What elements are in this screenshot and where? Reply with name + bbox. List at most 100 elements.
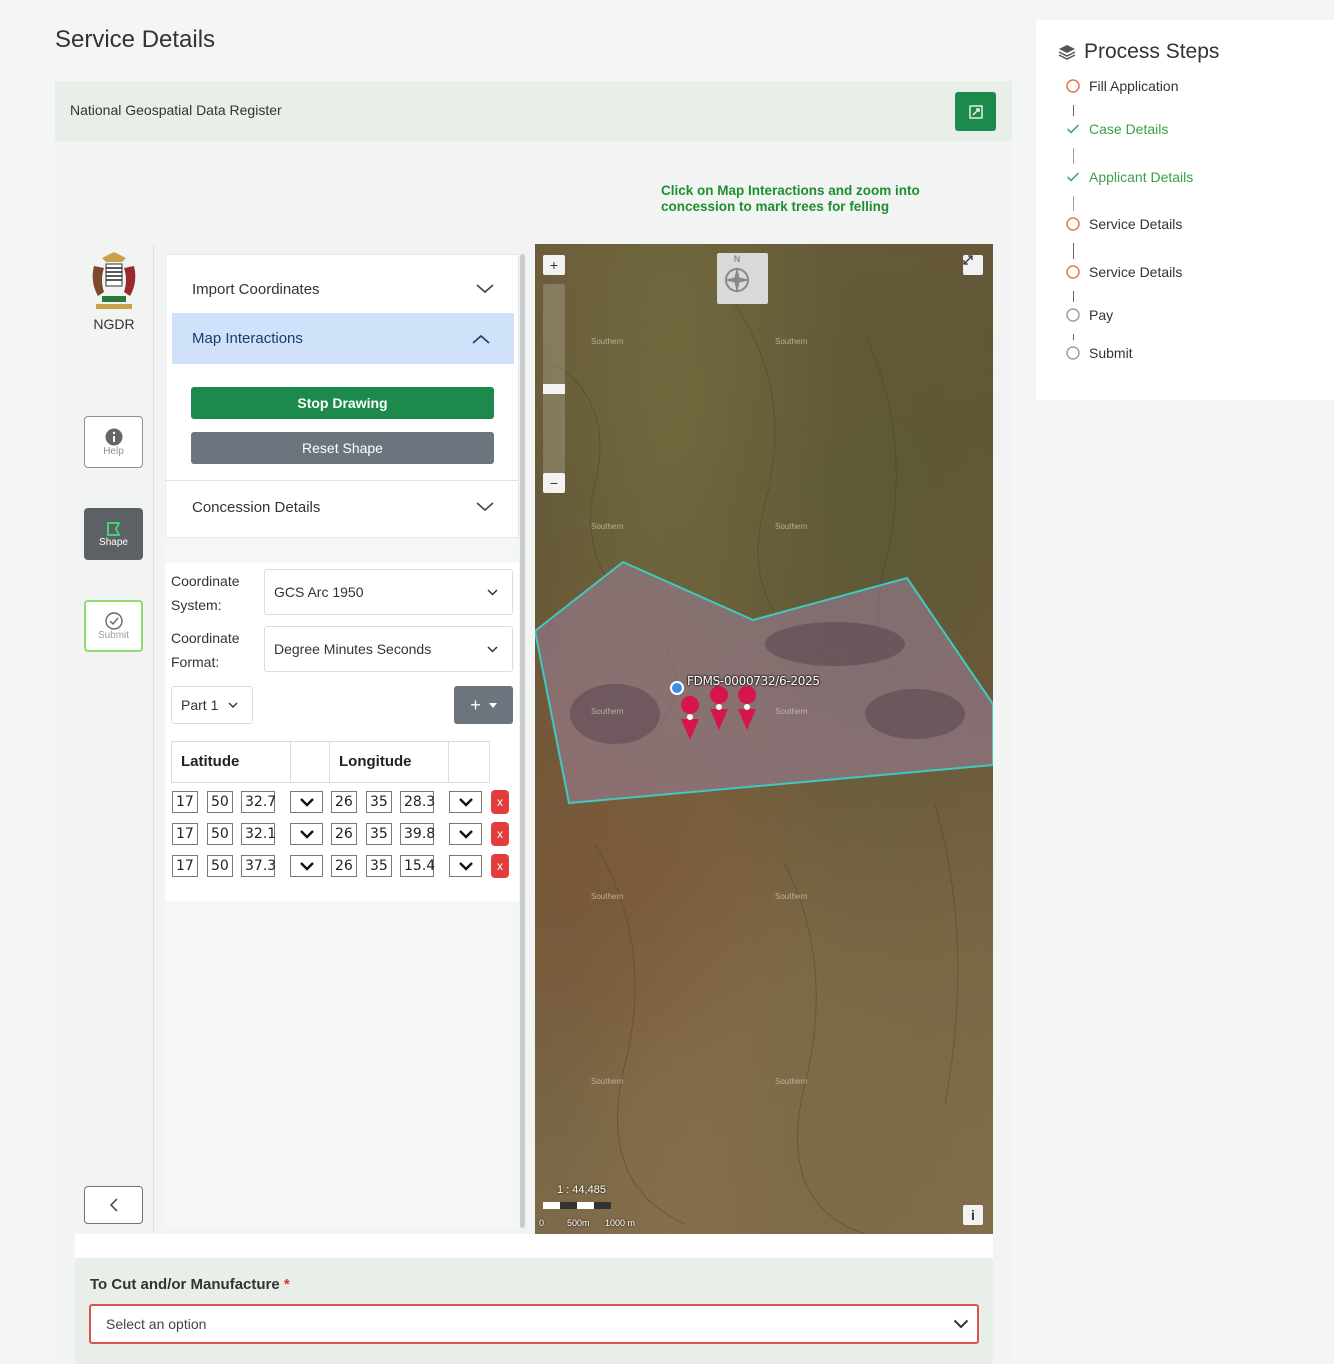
lat-s-input[interactable]: 32.7	[241, 791, 276, 813]
latitude-hemisphere-header	[290, 741, 330, 783]
longitude-header: Longitude	[329, 741, 449, 783]
feature-point[interactable]	[670, 681, 684, 695]
lon-d-input[interactable]: 26	[331, 823, 357, 845]
fullscreen-button[interactable]	[963, 255, 983, 275]
map-hint: Click on Map Interactions and zoom into …	[661, 183, 920, 214]
lat-d-input[interactable]: 17	[172, 855, 198, 877]
zoom-out-button[interactable]: −	[543, 473, 565, 493]
step-connector	[1073, 105, 1074, 116]
help-button[interactable]: Help	[84, 416, 143, 468]
latitude-hemisphere-select[interactable]	[290, 855, 323, 877]
header-title: National Geospatial Data Register	[70, 102, 282, 118]
lon-d-input[interactable]: 26	[331, 791, 357, 813]
lat-m-input[interactable]: 50	[207, 823, 233, 845]
lon-m-input[interactable]: 35	[366, 791, 392, 813]
compass-button[interactable]: N	[717, 253, 768, 304]
stop-drawing-button[interactable]: Stop Drawing	[191, 387, 494, 419]
process-step-label: Case Details	[1089, 121, 1169, 137]
plus-icon: +	[470, 694, 481, 715]
lat-d-input[interactable]: 17	[172, 791, 198, 813]
check-circle-icon	[104, 611, 123, 630]
delete-row-button[interactable]: x	[491, 854, 509, 878]
process-step[interactable]: Fill Application	[1066, 78, 1179, 94]
caret-down-icon	[488, 702, 497, 708]
coordinates-box: Coordinate System: GCS Arc 1950 Coordinat…	[165, 563, 519, 901]
zoom-in-button[interactable]: +	[543, 255, 565, 275]
process-step[interactable]: Pay	[1066, 307, 1113, 323]
reset-shape-button[interactable]: Reset Shape	[191, 432, 494, 464]
delete-row-button[interactable]: x	[491, 822, 509, 846]
scale-label-0: 0	[539, 1218, 545, 1228]
lat-s-input[interactable]: 32.1	[241, 823, 276, 845]
coordinate-format-select[interactable]: Degree Minutes Seconds	[264, 626, 513, 672]
lat-m-input[interactable]: 50	[207, 855, 233, 877]
lon-d-input[interactable]: 26	[331, 855, 357, 877]
latitude-header: Latitude	[171, 741, 291, 783]
part-select[interactable]: Part 1	[171, 686, 253, 724]
process-step-label: Service Details	[1089, 216, 1183, 232]
info-icon	[105, 428, 122, 445]
process-step[interactable]: Submit	[1066, 345, 1133, 361]
collapse-back-button[interactable]	[84, 1186, 143, 1224]
lat-s-input[interactable]: 37.3	[241, 855, 276, 877]
process-step[interactable]: Service Details	[1066, 216, 1182, 232]
process-step-label: Submit	[1089, 345, 1133, 361]
chevron-down-icon	[299, 798, 314, 807]
chevron-down-icon	[487, 645, 498, 653]
chevron-down-icon	[458, 830, 473, 839]
cut-manufacture-placeholder: Select an option	[106, 1316, 207, 1332]
help-label: Help	[103, 445, 124, 457]
delete-row-button[interactable]: x	[491, 790, 509, 814]
feature-label: FDMS-0000732/6-2025	[687, 674, 820, 688]
coordinate-format-value: Degree Minutes Seconds	[274, 641, 432, 657]
submit-button[interactable]: Submit	[84, 600, 143, 652]
chevron-down-icon	[476, 502, 494, 512]
process-step-label: Service Details	[1089, 264, 1183, 280]
step-current-icon	[1066, 79, 1080, 93]
longitude-hemisphere-select[interactable]	[449, 855, 482, 877]
accordion-import-label: Import Coordinates	[192, 280, 320, 298]
map-view[interactable]: Southern Southern Southern Southern Sout…	[535, 244, 993, 1234]
expand-button[interactable]	[955, 92, 996, 131]
longitude-hemisphere-select[interactable]	[449, 791, 482, 813]
panel-scrollbar[interactable]	[520, 254, 525, 1228]
shape-button[interactable]: Shape	[84, 508, 143, 560]
process-step[interactable]: Applicant Details	[1066, 169, 1193, 185]
accordion-concession-details[interactable]: Concession Details	[166, 481, 518, 533]
lon-s-input[interactable]: 28.3	[400, 791, 435, 813]
lat-d-input[interactable]: 17	[172, 823, 198, 845]
lon-m-input[interactable]: 35	[366, 855, 392, 877]
submit-label: Submit	[97, 629, 130, 641]
step-pending-icon	[1066, 308, 1080, 322]
latitude-hemisphere-select[interactable]	[290, 791, 323, 813]
add-part-button[interactable]: +	[454, 686, 513, 724]
cut-manufacture-section: To Cut and/or Manufacture * Select an op…	[75, 1234, 993, 1364]
zoom-slider[interactable]	[543, 284, 565, 474]
compass-north-label: N	[734, 255, 741, 265]
chevron-left-icon	[109, 1198, 118, 1212]
process-step[interactable]: Case Details	[1066, 121, 1168, 137]
process-step[interactable]: Service Details	[1066, 264, 1182, 280]
latitude-hemisphere-select[interactable]	[290, 823, 323, 845]
lon-s-input[interactable]: 39.8	[400, 823, 435, 845]
chevron-down-icon	[953, 1319, 969, 1329]
accordion-import-coordinates[interactable]: Import Coordinates	[166, 264, 518, 314]
coordinate-system-value: GCS Arc 1950	[274, 584, 364, 600]
lon-m-input[interactable]: 35	[366, 823, 392, 845]
cut-manufacture-select[interactable]: Select an option	[89, 1304, 979, 1344]
coordinate-system-select[interactable]: GCS Arc 1950	[264, 569, 513, 615]
chevron-down-icon	[458, 798, 473, 807]
part-value: Part 1	[181, 697, 219, 713]
step-connector	[1073, 291, 1074, 302]
chevron-down-icon	[476, 284, 494, 294]
process-steps-title: Process Steps	[1058, 40, 1219, 64]
accordion-map-interactions[interactable]: Map Interactions	[172, 313, 514, 364]
zoom-slider-thumb[interactable]	[543, 384, 565, 394]
map-region-label: Southern	[591, 892, 624, 901]
longitude-hemisphere-select[interactable]	[449, 823, 482, 845]
map-info-button[interactable]: i	[963, 1205, 983, 1225]
map-region-label: Southern	[775, 707, 808, 716]
lon-s-input[interactable]: 15.4	[400, 855, 435, 877]
map-region-label: Southern	[591, 337, 624, 346]
lat-m-input[interactable]: 50	[207, 791, 233, 813]
